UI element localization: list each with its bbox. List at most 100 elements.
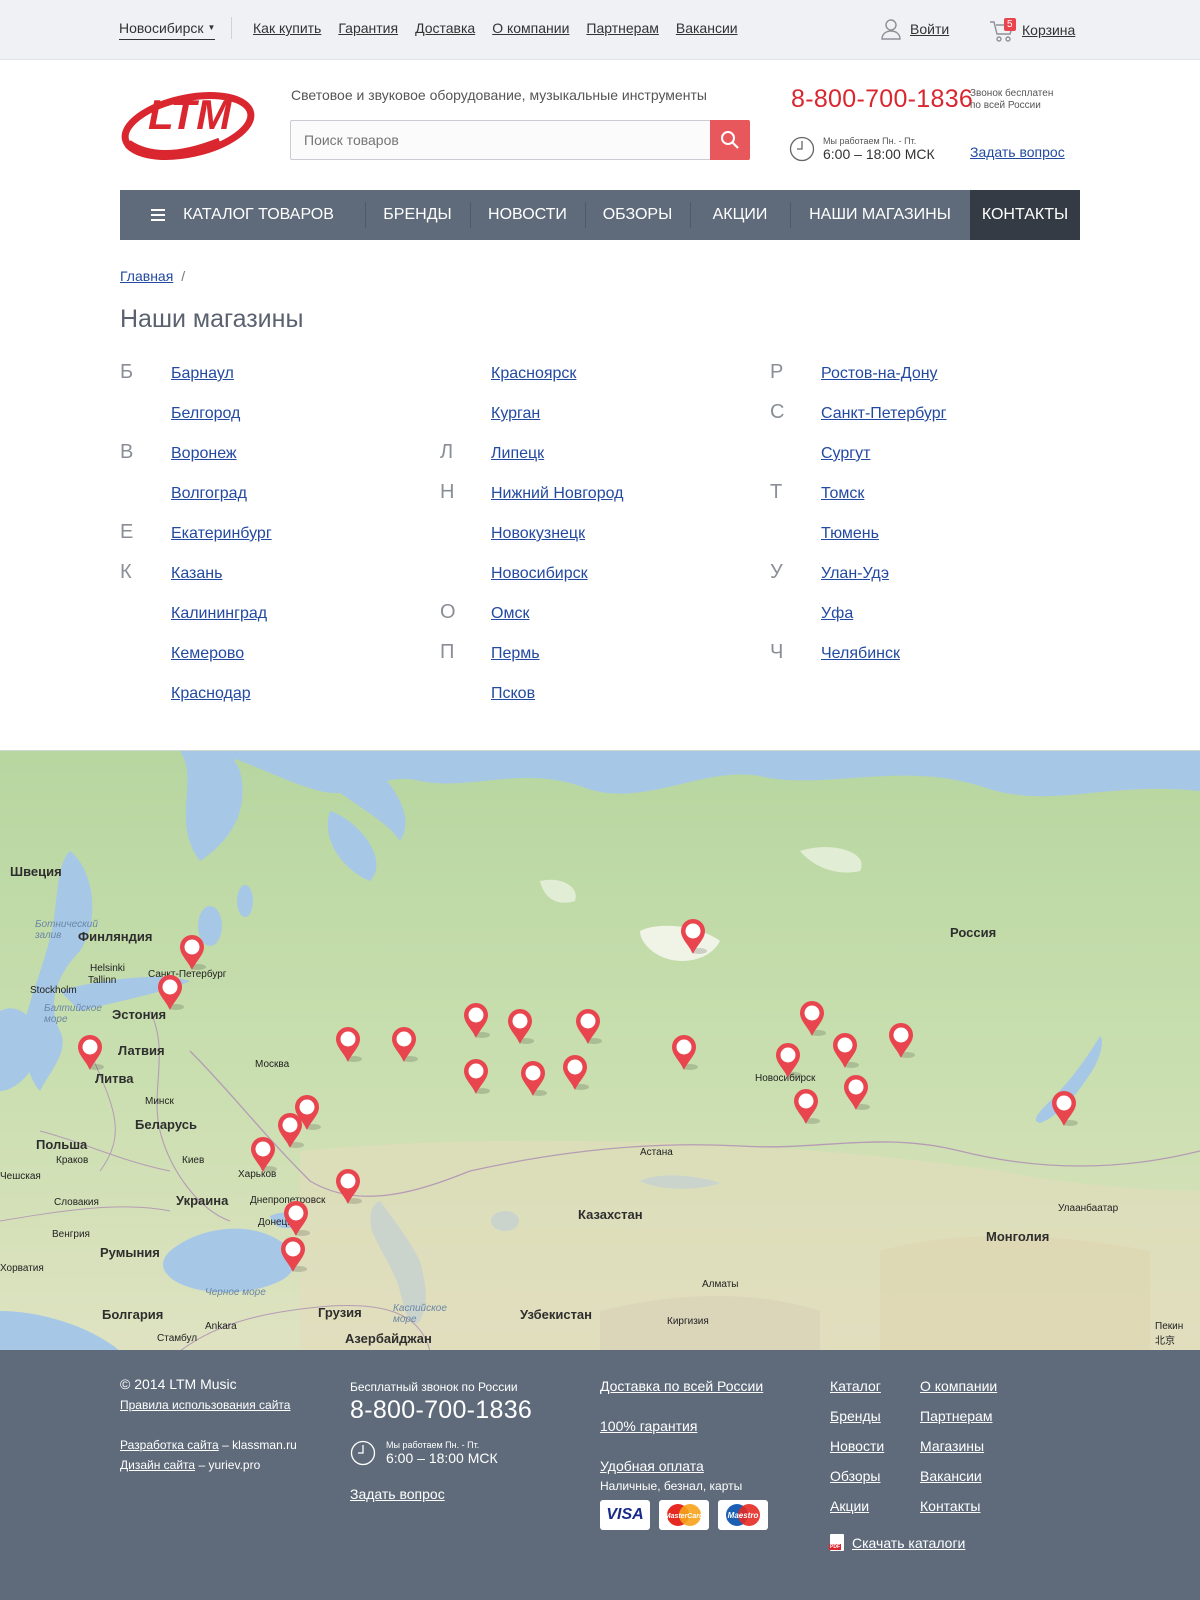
map-marker-icon[interactable]: [1050, 1089, 1078, 1127]
top-nav-about[interactable]: О компании: [492, 20, 569, 36]
footer-link-stores[interactable]: Магазины: [920, 1438, 984, 1454]
store-link[interactable]: Улан-Удэ: [821, 564, 889, 584]
store-link[interactable]: Воронеж: [171, 444, 237, 464]
nav-promos[interactable]: Акции: [690, 190, 790, 240]
map-marker-icon[interactable]: [792, 1087, 820, 1125]
nav-stores[interactable]: Наши магазины: [790, 190, 970, 240]
map-marker-icon[interactable]: [462, 1057, 490, 1095]
map-marker-icon[interactable]: [390, 1025, 418, 1063]
top-nav-vacancies[interactable]: Вакансии: [676, 20, 738, 36]
top-nav-how-to-buy[interactable]: Как купить: [253, 20, 321, 36]
store-link[interactable]: Ростов-на-Дону: [821, 364, 938, 384]
delivery-link[interactable]: Доставка по всей России: [600, 1378, 763, 1394]
map-marker-icon[interactable]: [574, 1007, 602, 1045]
map-marker-icon[interactable]: [249, 1135, 277, 1173]
store-link[interactable]: Барнаул: [171, 364, 234, 384]
footer-link-vacancies[interactable]: Вакансии: [920, 1468, 982, 1484]
city-selector[interactable]: Новосибирск ▼: [119, 20, 216, 40]
cart-link[interactable]: 5 Корзина: [988, 16, 1075, 44]
search-input[interactable]: [291, 121, 701, 159]
map-marker-icon[interactable]: [293, 1093, 321, 1131]
map-marker-icon[interactable]: [774, 1041, 802, 1079]
map-marker-icon[interactable]: [887, 1021, 915, 1059]
store-link[interactable]: Липецк: [491, 444, 544, 464]
nav-catalog[interactable]: Каталог товаров: [120, 190, 365, 240]
nav-brands[interactable]: Бренды: [365, 190, 470, 240]
map-label: Краков: [56, 1155, 89, 1166]
ask-question-link[interactable]: Задать вопрос: [970, 144, 1065, 160]
footer-ask-link[interactable]: Задать вопрос: [350, 1486, 445, 1502]
store-link[interactable]: Казань: [171, 564, 222, 584]
map-marker-icon[interactable]: [831, 1031, 859, 1069]
header-phone[interactable]: 8-800-700-1836: [791, 85, 973, 114]
store-link[interactable]: Сургут: [821, 444, 870, 464]
nav-contacts[interactable]: Контакты: [970, 190, 1080, 240]
top-nav-guarantee[interactable]: Гарантия: [338, 20, 398, 36]
footer-link-contacts[interactable]: Контакты: [920, 1498, 980, 1514]
map-marker-icon[interactable]: [670, 1033, 698, 1071]
dev-link[interactable]: Разработка сайта: [120, 1438, 219, 1452]
store-link[interactable]: Новокузнецк: [491, 524, 585, 544]
phone-note-line-1: Звонок бесплатен: [970, 88, 1054, 99]
stores-map[interactable]: Швеция Финляндия Ботнический залив Санкт…: [0, 750, 1200, 1350]
map-marker-icon[interactable]: [679, 917, 707, 955]
download-catalog-link[interactable]: Скачать каталоги: [852, 1535, 965, 1551]
design-link[interactable]: Дизайн сайта: [120, 1458, 195, 1472]
store-link[interactable]: Псков: [491, 684, 535, 704]
nav-news[interactable]: Новости: [470, 190, 585, 240]
guarantee-link[interactable]: 100% гарантия: [600, 1418, 697, 1434]
footer-link-brands[interactable]: Бренды: [830, 1408, 881, 1424]
store-link[interactable]: Новосибирск: [491, 564, 588, 584]
store-link[interactable]: Белгород: [171, 404, 240, 424]
footer-link-about[interactable]: О компании: [920, 1378, 997, 1394]
download-catalog[interactable]: PDF Скачать каталоги: [829, 1534, 965, 1551]
store-link[interactable]: Омск: [491, 604, 529, 624]
map-marker-icon[interactable]: [506, 1007, 534, 1045]
store-link[interactable]: Калининград: [171, 604, 267, 624]
cart-label[interactable]: Корзина: [1022, 22, 1075, 38]
search-button[interactable]: [710, 120, 750, 160]
map-marker-icon[interactable]: [462, 1001, 490, 1039]
map-marker-icon[interactable]: [76, 1033, 104, 1071]
footer-link-news[interactable]: Новости: [830, 1438, 884, 1454]
map-marker-icon[interactable]: [156, 973, 184, 1011]
map-marker-icon[interactable]: [842, 1073, 870, 1111]
map-marker-icon[interactable]: [178, 933, 206, 971]
store-link[interactable]: Санкт-Петербург: [821, 404, 946, 424]
store-link[interactable]: Кемерово: [171, 644, 244, 664]
footer-phone[interactable]: 8-800-700-1836: [350, 1396, 532, 1425]
footer-link-reviews[interactable]: Обзоры: [830, 1468, 881, 1484]
store-link[interactable]: Краснодар: [171, 684, 251, 704]
map-label: Stockholm: [30, 985, 77, 996]
map-marker-icon[interactable]: [334, 1167, 362, 1205]
store-link[interactable]: Тюмень: [821, 524, 879, 544]
footer-link-catalog[interactable]: Каталог: [830, 1378, 881, 1394]
store-link[interactable]: Челябинск: [821, 644, 900, 664]
store-link[interactable]: Уфа: [821, 604, 853, 624]
map-marker-icon[interactable]: [279, 1235, 307, 1273]
top-nav-partners[interactable]: Партнерам: [586, 20, 658, 36]
rules-link[interactable]: Правила использования сайта: [120, 1398, 290, 1412]
footer-link-partners[interactable]: Партнерам: [920, 1408, 992, 1424]
map-marker-icon[interactable]: [519, 1059, 547, 1097]
map-marker-icon[interactable]: [561, 1053, 589, 1091]
store-link[interactable]: Красноярск: [491, 364, 576, 384]
nav-reviews[interactable]: Обзоры: [585, 190, 690, 240]
map-marker-icon[interactable]: [282, 1199, 310, 1237]
map-marker-icon[interactable]: [334, 1025, 362, 1063]
clock-icon: [350, 1440, 376, 1466]
ltm-logo[interactable]: LTM: [120, 84, 256, 162]
store-link[interactable]: Волгоград: [171, 484, 247, 504]
store-link[interactable]: Томск: [821, 484, 864, 504]
footer-link-promos[interactable]: Акции: [830, 1498, 869, 1514]
login-link[interactable]: Войти: [880, 18, 949, 40]
store-link[interactable]: Нижний Новгород: [491, 484, 623, 504]
store-link[interactable]: Пермь: [491, 644, 540, 664]
login-label[interactable]: Войти: [910, 21, 949, 37]
map-marker-icon[interactable]: [798, 999, 826, 1037]
top-nav-delivery[interactable]: Доставка: [415, 20, 475, 36]
payment-link[interactable]: Удобная оплата: [600, 1458, 704, 1474]
store-link[interactable]: Екатеринбург: [171, 524, 272, 544]
store-link[interactable]: Курган: [491, 404, 540, 424]
breadcrumb-home[interactable]: Главная: [120, 268, 173, 284]
